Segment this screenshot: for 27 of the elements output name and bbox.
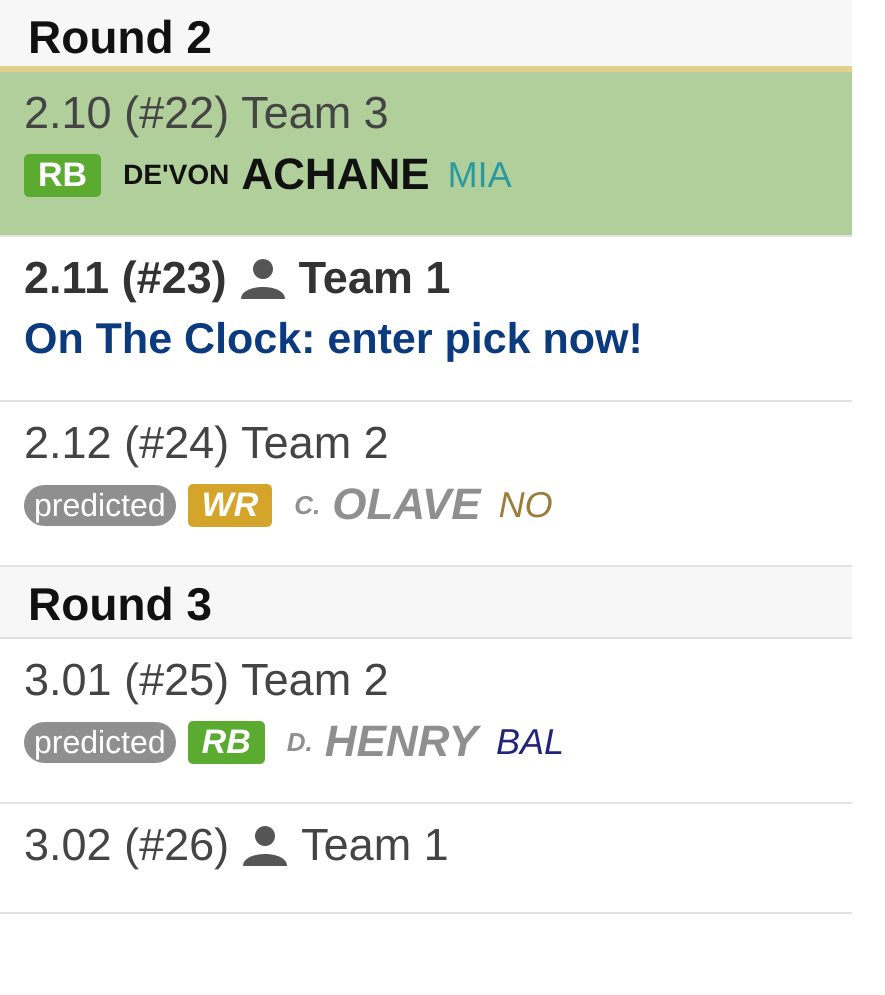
nfl-team: MIA <box>448 154 512 196</box>
pick-number: 2.11 (#23) <box>24 255 227 301</box>
player-last-name: OLAVE <box>332 480 481 530</box>
pick-row[interactable]: 2.10 (#22) Team 3 RB DE'VON ACHANE MIA <box>0 72 852 237</box>
position-badge: WR <box>188 484 272 526</box>
pick-number: 3.02 (#26) <box>24 822 230 868</box>
player-first-name: DE'VON <box>123 159 230 191</box>
predicted-tag: predicted <box>24 484 176 526</box>
team-name: Team 1 <box>301 822 449 868</box>
team-name: Team 1 <box>298 255 450 301</box>
round-title: Round 3 <box>28 578 212 630</box>
position-badge: RB <box>188 720 265 764</box>
player-first-name: D. <box>286 726 313 758</box>
round-title: Round 2 <box>28 11 212 63</box>
nfl-team: NO <box>498 484 553 526</box>
pick-number: 2.12 (#24) <box>24 420 230 466</box>
team-name: Team 2 <box>241 420 389 466</box>
team-name: Team 3 <box>241 90 389 136</box>
on-clock-link[interactable]: On The Clock: enter pick now! <box>24 315 643 364</box>
pick-number: 2.10 (#22) <box>24 90 230 136</box>
player-first-name: C. <box>294 490 320 520</box>
nfl-team: BAL <box>496 721 564 763</box>
team-name: Team 2 <box>241 657 389 703</box>
player-last-name: ACHANE <box>241 150 430 200</box>
position-badge: RB <box>24 154 102 196</box>
predicted-tag: predicted <box>24 722 176 762</box>
pick-number: 3.01 (#25) <box>24 657 230 703</box>
